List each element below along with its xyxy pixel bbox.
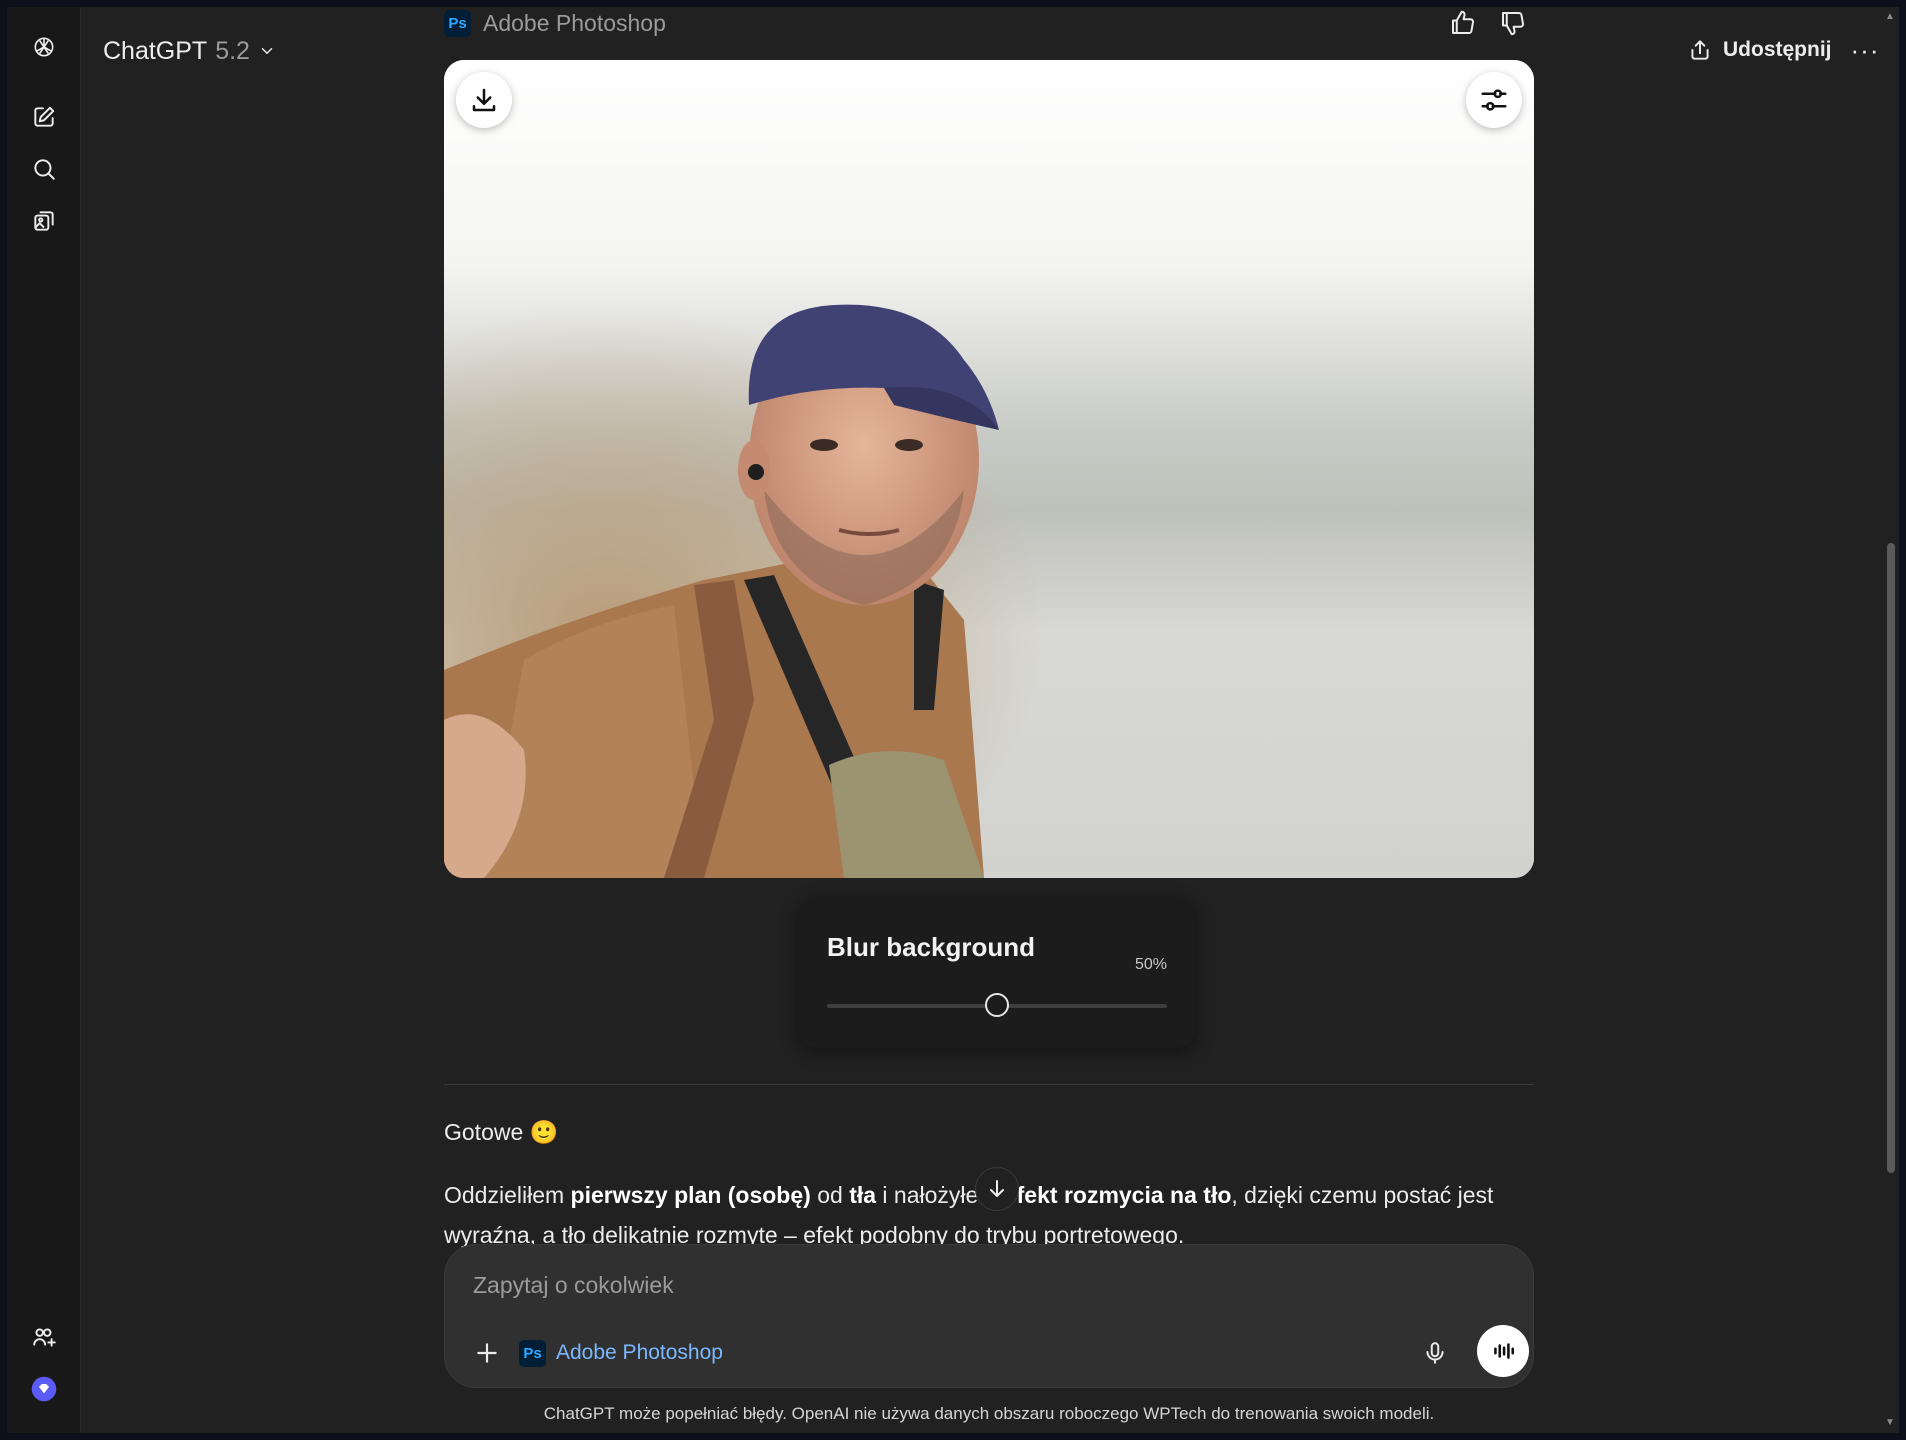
search-icon[interactable] — [26, 151, 62, 187]
blur-title: Blur background — [827, 932, 1036, 962]
plus-icon — [477, 1343, 497, 1363]
model-version: 5.2 — [215, 36, 250, 65]
blur-slider-knob[interactable] — [985, 993, 1009, 1017]
more-options-button[interactable]: ··· — [1847, 33, 1883, 67]
openai-logo-icon[interactable] — [26, 29, 62, 65]
chat-window: ChatGPT 5.2 Udostępnij ··· Ps Adobe Phot… — [7, 7, 1899, 1433]
scrollbar-thumb[interactable] — [1887, 543, 1895, 1173]
reply-bold: efekt rozmycia na tło — [1003, 1182, 1232, 1208]
reply-bold: pierwszy plan (osobę) — [570, 1182, 811, 1208]
photoshop-logo-icon: Ps — [519, 1339, 546, 1367]
new-chat-icon[interactable] — [26, 99, 62, 135]
add-attachment-button[interactable] — [467, 1333, 507, 1373]
feedback-buttons — [1448, 8, 1528, 38]
waveform-icon — [1494, 1343, 1515, 1359]
tool-header: Ps Adobe Photoshop — [444, 8, 666, 38]
share-icon — [1691, 40, 1709, 60]
reply-text: Oddzieliłem — [444, 1182, 571, 1208]
voice-mode-button[interactable] — [1477, 1325, 1529, 1377]
more-icon: ··· — [1850, 34, 1880, 65]
prompt-input[interactable] — [473, 1265, 1453, 1305]
blur-value: 50% — [1134, 956, 1167, 973]
scroll-down-arrow-icon[interactable]: ▼ — [1885, 1417, 1895, 1428]
sidebar-rail — [7, 7, 81, 1433]
download-icon — [472, 88, 496, 112]
message-divider — [444, 1084, 1534, 1085]
model-name: ChatGPT — [103, 36, 208, 65]
edited-image[interactable] — [444, 60, 1534, 878]
share-label: Udostępnij — [1723, 38, 1832, 61]
blur-slider[interactable] — [827, 993, 1167, 1017]
scrollbar[interactable]: ▲ ▼ — [1881, 7, 1899, 1433]
arrow-down-icon — [990, 1180, 1004, 1197]
disclaimer: ChatGPT może popełniać błędy. OpenAI nie… — [543, 1404, 1435, 1423]
scroll-up-arrow-icon[interactable]: ▲ — [1885, 11, 1895, 22]
model-switcher[interactable]: ChatGPT 5.2 — [103, 31, 276, 71]
active-tool-name: Adobe Photoshop — [556, 1341, 723, 1364]
chevron-down-icon — [261, 48, 273, 55]
reply-text: od — [810, 1182, 850, 1208]
reply-bold: tła — [849, 1182, 877, 1208]
sliders-icon — [1481, 89, 1507, 111]
reply-intro: Gotowe 🙂 — [444, 1112, 558, 1152]
reply-intro-text: Gotowe — [444, 1119, 524, 1145]
upgrade-icon[interactable] — [26, 1371, 62, 1407]
portrait-photo — [444, 60, 1534, 878]
blur-control-panel: Blur background 50% — [799, 898, 1195, 1048]
photoshop-logo-icon: Ps — [444, 9, 471, 37]
microphone-icon — [1426, 1342, 1444, 1364]
smile-emoji: 🙂 — [529, 1119, 559, 1145]
share-button[interactable]: Udostępnij — [1687, 33, 1832, 67]
dictation-button[interactable] — [1415, 1333, 1455, 1373]
active-tool-chip[interactable]: Ps Adobe Photoshop — [519, 1337, 723, 1369]
thumbs-down-icon[interactable] — [1498, 8, 1528, 38]
tool-name: Adobe Photoshop — [483, 9, 666, 36]
adjustments-button[interactable] — [1466, 72, 1522, 128]
add-people-icon[interactable] — [26, 1319, 62, 1355]
download-button[interactable] — [456, 72, 512, 128]
scroll-to-bottom-button[interactable] — [975, 1167, 1019, 1211]
library-icon[interactable] — [26, 203, 62, 239]
composer: Ps Adobe Photoshop — [444, 1244, 1534, 1388]
thumbs-up-icon[interactable] — [1448, 8, 1478, 38]
